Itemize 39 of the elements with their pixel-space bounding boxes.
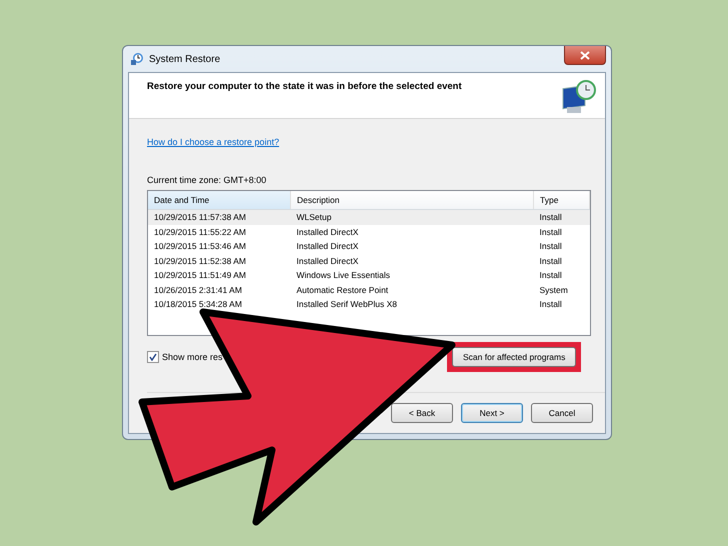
table-cell-text: 10/26/2015 2:31:41 AM [153,284,243,297]
table-cell-text: Installed DirectX [296,240,360,254]
checkbox[interactable] [147,351,159,363]
scan-button[interactable]: Scan for affected programs [452,347,576,367]
dialog-heading: Restore your computer to the state it was in before the selected event [147,81,463,94]
help-link[interactable]: How do I choose a restore point? [147,137,280,147]
column-header[interactable]: Date and Time [148,191,290,210]
table-cell-text: Install [538,254,563,268]
table-cell-text: 10/29/2015 11:52:38 AM [153,254,248,268]
table-cell-text: Installed DirectX [296,254,360,268]
table-cell-text: Install [538,240,563,254]
close-icon [580,50,590,60]
window-title: System Restore [149,54,222,64]
column-header[interactable]: Description [290,191,534,210]
table-cell-text: System [538,284,569,297]
table-cell: Installed DirectX [290,224,534,239]
table-cell: 10/29/2015 11:55:22 AM [148,224,290,239]
table-cell-text: Automatic Restore Point [296,284,390,297]
close-button[interactable] [564,46,606,65]
check-icon [149,353,157,361]
table-cell-text: Install [538,298,563,312]
table-cell-text: 10/18/2015 5:34:28 AM [153,298,243,312]
table-cell-text: Install [538,269,563,282]
table-cell: WLSetup [290,210,534,224]
dialog-button[interactable]: Next > [461,403,523,423]
table-cell-text: Installed Serif WebPlus X8 [296,298,398,312]
table-cell: Install [534,224,590,239]
system-restore-icon [130,52,144,66]
table-cell-text: Windows Live Essentials [296,269,392,282]
table-cell: Install [534,210,590,224]
computer-clock-icon [561,79,597,115]
checkbox-label: Show more res [162,352,223,362]
dialog-button[interactable]: < Back [391,403,453,423]
table-cell-text: 10/29/2015 11:53:46 AM [153,240,248,254]
table-cell: 10/29/2015 11:57:38 AM [148,210,290,224]
column-header[interactable]: Type [534,191,590,210]
time-zone-label: Current time zone: GMT+8:00 [147,175,268,185]
table-cell-text: 10/29/2015 11:51:49 AM [153,269,248,282]
dialog-button[interactable]: Cancel [531,403,593,423]
